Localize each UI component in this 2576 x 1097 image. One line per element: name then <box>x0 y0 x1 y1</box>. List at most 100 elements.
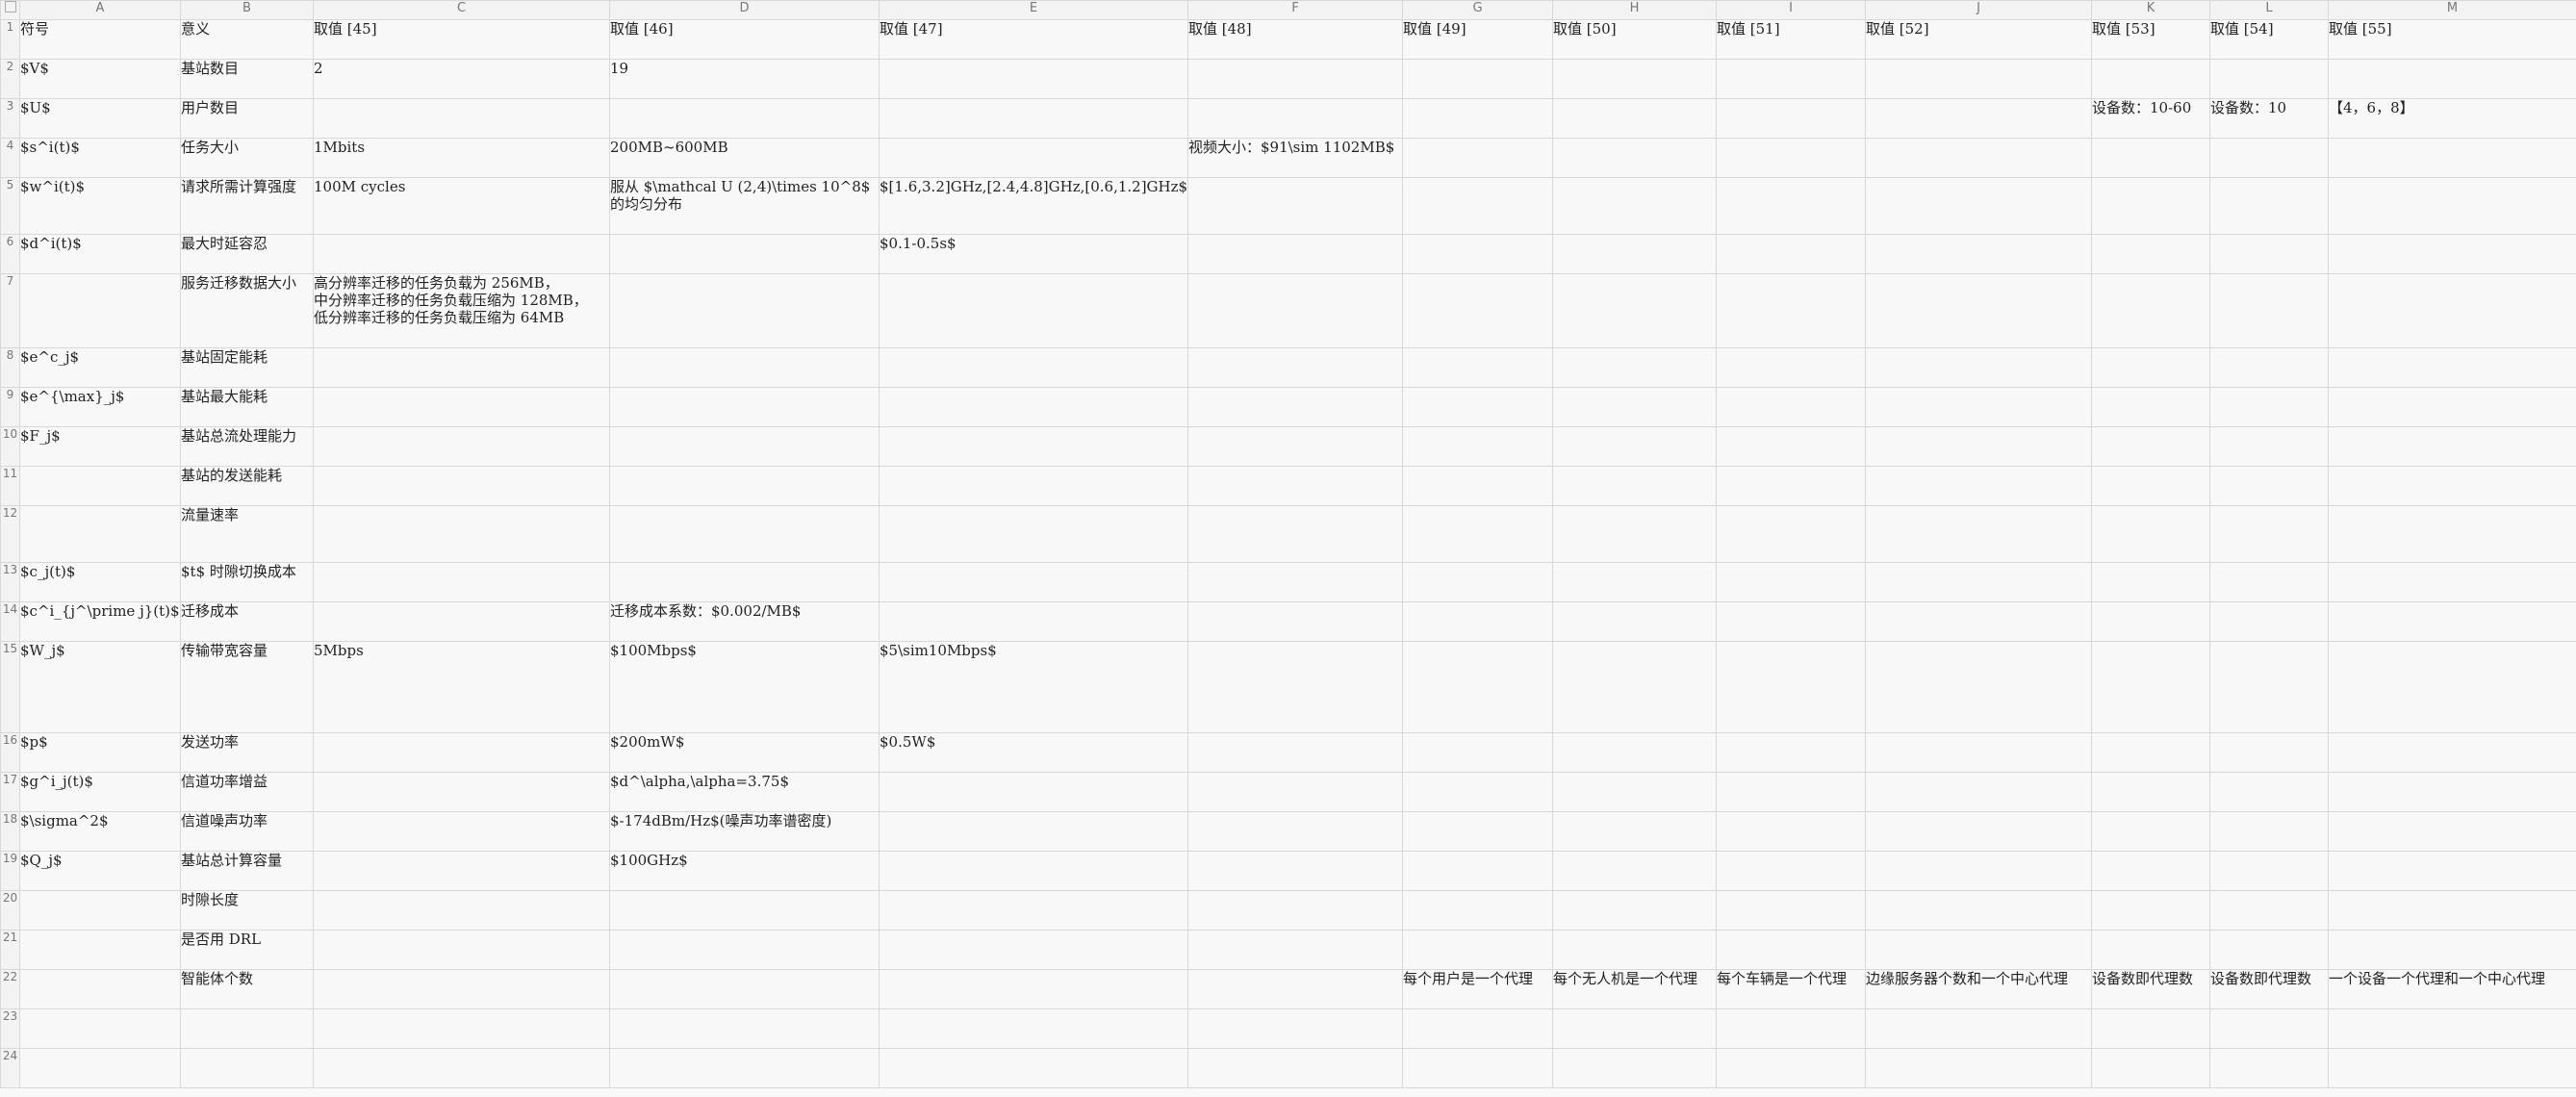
cell-m11[interactable] <box>2328 466 2576 506</box>
cell-h1[interactable]: 取值 [50] <box>1552 19 1717 60</box>
cell-i22[interactable]: 每个车辆是一个代理 <box>1716 969 1866 1009</box>
cell-e8[interactable] <box>879 347 1188 388</box>
cell-e17[interactable] <box>879 772 1188 812</box>
cell-k4[interactable] <box>2091 138 2210 178</box>
cell-b9[interactable]: 基站最大能耗 <box>180 387 314 427</box>
row-header[interactable]: 4 <box>0 138 20 178</box>
cell-j23[interactable] <box>1865 1008 2092 1049</box>
cell-c21[interactable] <box>313 930 610 970</box>
row-header[interactable]: 22 <box>0 969 20 1009</box>
cell-g3[interactable] <box>1402 98 1553 139</box>
cell-b10[interactable]: 基站总流处理能力 <box>180 426 314 467</box>
cell-l15[interactable] <box>2209 641 2329 733</box>
cell-l11[interactable] <box>2209 466 2329 506</box>
cell-h12[interactable] <box>1552 505 1717 563</box>
cell-k24[interactable] <box>2091 1048 2210 1088</box>
cell-d16[interactable]: $200mW$ <box>609 732 880 773</box>
cell-f18[interactable] <box>1187 811 1403 852</box>
cell-m22[interactable]: 一个设备一个代理和一个中心代理 <box>2328 969 2576 1009</box>
cell-m5[interactable] <box>2328 177 2576 235</box>
cell-g20[interactable] <box>1402 890 1553 931</box>
cell-i17[interactable] <box>1716 772 1866 812</box>
cell-l22[interactable]: 设备数即代理数 <box>2209 969 2329 1009</box>
cell-m4[interactable] <box>2328 138 2576 178</box>
cell-g17[interactable] <box>1402 772 1553 812</box>
row-header[interactable]: 6 <box>0 234 20 274</box>
cell-h21[interactable] <box>1552 930 1717 970</box>
cell-a1[interactable]: 符号 <box>19 19 181 60</box>
cell-d12[interactable] <box>609 505 880 563</box>
cell-a13[interactable]: $c_j(t)$ <box>19 562 181 602</box>
cell-g19[interactable] <box>1402 851 1553 891</box>
cell-b23[interactable] <box>180 1008 314 1049</box>
cell-c17[interactable] <box>313 772 610 812</box>
cell-k14[interactable] <box>2091 601 2210 642</box>
cell-j17[interactable] <box>1865 772 2092 812</box>
cell-f21[interactable] <box>1187 930 1403 970</box>
cell-d10[interactable] <box>609 426 880 467</box>
row-header[interactable]: 12 <box>0 505 20 563</box>
row-header[interactable]: 1 <box>0 19 20 60</box>
cell-a22[interactable] <box>19 969 181 1009</box>
column-header-e[interactable]: E <box>879 0 1188 20</box>
select-all-corner[interactable] <box>0 0 20 20</box>
row-header[interactable]: 23 <box>0 1008 20 1049</box>
cell-f12[interactable] <box>1187 505 1403 563</box>
cell-g10[interactable] <box>1402 426 1553 467</box>
row-header[interactable]: 8 <box>0 347 20 388</box>
cell-l21[interactable] <box>2209 930 2329 970</box>
cell-j10[interactable] <box>1865 426 2092 467</box>
cell-f23[interactable] <box>1187 1008 1403 1049</box>
cell-e9[interactable] <box>879 387 1188 427</box>
cell-d18[interactable]: $-174dBm/Hz$(噪声功率谱密度) <box>609 811 880 852</box>
cell-d1[interactable]: 取值 [46] <box>609 19 880 60</box>
cell-h18[interactable] <box>1552 811 1717 852</box>
column-header-a[interactable]: A <box>19 0 181 20</box>
cell-d13[interactable] <box>609 562 880 602</box>
cell-h19[interactable] <box>1552 851 1717 891</box>
cell-l19[interactable] <box>2209 851 2329 891</box>
cell-j19[interactable] <box>1865 851 2092 891</box>
cell-e4[interactable] <box>879 138 1188 178</box>
cell-b17[interactable]: 信道功率增益 <box>180 772 314 812</box>
cell-h22[interactable]: 每个无人机是一个代理 <box>1552 969 1717 1009</box>
cell-e22[interactable] <box>879 969 1188 1009</box>
cell-g6[interactable] <box>1402 234 1553 274</box>
cell-g16[interactable] <box>1402 732 1553 773</box>
cell-d8[interactable] <box>609 347 880 388</box>
cell-f8[interactable] <box>1187 347 1403 388</box>
cell-m20[interactable] <box>2328 890 2576 931</box>
cell-f14[interactable] <box>1187 601 1403 642</box>
cell-h11[interactable] <box>1552 466 1717 506</box>
cell-k3[interactable]: 设备数：10-60 <box>2091 98 2210 139</box>
cell-i20[interactable] <box>1716 890 1866 931</box>
cell-i18[interactable] <box>1716 811 1866 852</box>
cell-j9[interactable] <box>1865 387 2092 427</box>
cell-j6[interactable] <box>1865 234 2092 274</box>
cell-e21[interactable] <box>879 930 1188 970</box>
cell-b1[interactable]: 意义 <box>180 19 314 60</box>
cell-h13[interactable] <box>1552 562 1717 602</box>
cell-e13[interactable] <box>879 562 1188 602</box>
cell-j24[interactable] <box>1865 1048 2092 1088</box>
cell-g15[interactable] <box>1402 641 1553 733</box>
row-header[interactable]: 19 <box>0 851 20 891</box>
cell-k10[interactable] <box>2091 426 2210 467</box>
cell-d7[interactable] <box>609 273 880 348</box>
cell-h7[interactable] <box>1552 273 1717 348</box>
cell-d23[interactable] <box>609 1008 880 1049</box>
cell-j5[interactable] <box>1865 177 2092 235</box>
cell-m19[interactable] <box>2328 851 2576 891</box>
row-header[interactable]: 11 <box>0 466 20 506</box>
cell-e24[interactable] <box>879 1048 1188 1088</box>
cell-b6[interactable]: 最大时延容忍 <box>180 234 314 274</box>
cell-d9[interactable] <box>609 387 880 427</box>
cell-h14[interactable] <box>1552 601 1717 642</box>
cell-b2[interactable]: 基站数目 <box>180 59 314 99</box>
cell-i11[interactable] <box>1716 466 1866 506</box>
cell-l13[interactable] <box>2209 562 2329 602</box>
cell-h23[interactable] <box>1552 1008 1717 1049</box>
cell-j15[interactable] <box>1865 641 2092 733</box>
cell-h6[interactable] <box>1552 234 1717 274</box>
cell-k17[interactable] <box>2091 772 2210 812</box>
